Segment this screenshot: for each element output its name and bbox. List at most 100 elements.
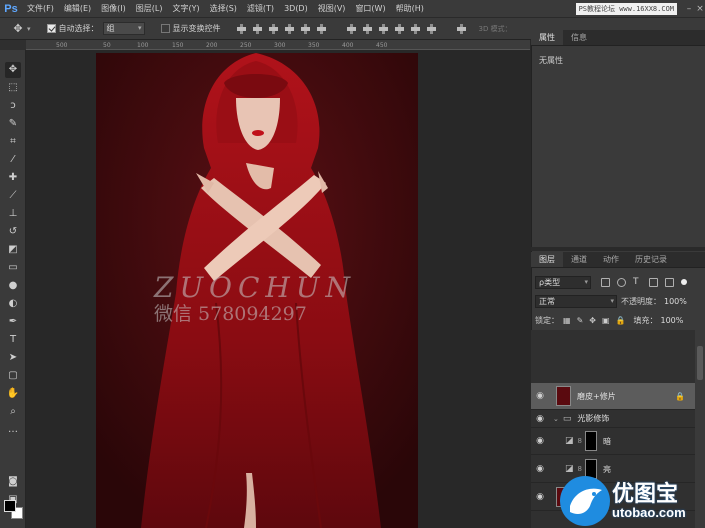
- menu-3d[interactable]: 3D(D): [279, 0, 313, 18]
- distribute-vcenter-icon[interactable]: [361, 23, 374, 35]
- layer-name: 暗: [602, 436, 611, 446]
- brush-tool-icon[interactable]: ⟋: [5, 188, 21, 204]
- tab-info[interactable]: 信息: [563, 30, 595, 45]
- tab-channels[interactable]: 通道: [563, 252, 595, 267]
- photo-watermark-wechat: 微信 578094297: [154, 303, 307, 325]
- align-buttons: [235, 23, 331, 35]
- app-logo[interactable]: Ps: [0, 0, 22, 18]
- document-image[interactable]: ZUOCHUN 微信 578094297: [96, 53, 418, 528]
- distribute-bottom-icon[interactable]: [377, 23, 390, 35]
- align-right-icon[interactable]: [315, 23, 328, 35]
- chevron-down-icon[interactable]: ▾: [27, 25, 31, 33]
- healing-brush-tool-icon[interactable]: ✚: [5, 170, 21, 186]
- pen-tool-icon[interactable]: ✒: [5, 314, 21, 330]
- more-tools-icon[interactable]: …: [5, 422, 21, 438]
- eye-icon[interactable]: ◉: [535, 492, 545, 502]
- type-tool-icon[interactable]: T: [5, 332, 21, 348]
- eye-icon[interactable]: ◉: [535, 391, 545, 401]
- align-vcenter-icon[interactable]: [251, 23, 264, 35]
- layer-name: 磨皮+修片: [577, 391, 616, 401]
- align-left-icon[interactable]: [283, 23, 296, 35]
- tab-layers[interactable]: 图层: [531, 252, 563, 267]
- eye-icon[interactable]: ◉: [535, 436, 545, 446]
- layer-row[interactable]: ◉ ◪ 8 暗: [531, 428, 695, 455]
- distribute-right-icon[interactable]: [425, 23, 438, 35]
- distribute-hcenter-icon[interactable]: [409, 23, 422, 35]
- lock-transparent-icon[interactable]: ▦: [563, 316, 571, 325]
- menu-view[interactable]: 视图(V): [313, 0, 351, 18]
- panel-separator: [531, 247, 705, 251]
- hand-tool-icon[interactable]: ✋: [5, 386, 21, 402]
- ruler-tick: 400: [342, 42, 354, 49]
- show-transform-checkbox[interactable]: [160, 24, 170, 33]
- canvas-area[interactable]: ZUOCHUN 微信 578094297: [26, 50, 530, 528]
- menu-image[interactable]: 图像(I): [96, 0, 131, 18]
- lock-all-icon[interactable]: 🔒: [616, 316, 626, 325]
- align-hcenter-icon[interactable]: [299, 23, 312, 35]
- mode-3d-label: 3D 模式：: [478, 24, 512, 33]
- filter-smart-object-icon[interactable]: [665, 277, 674, 287]
- menu-help[interactable]: 帮助(H): [391, 0, 429, 18]
- dodge-tool-icon[interactable]: ◐: [5, 296, 21, 312]
- move-tool-icon[interactable]: ✥: [10, 21, 26, 37]
- properties-tabs: 属性 信息: [531, 30, 705, 46]
- eye-icon[interactable]: ◉: [535, 464, 545, 474]
- clone-stamp-tool-icon[interactable]: ⊥: [5, 206, 21, 222]
- crop-tool-icon[interactable]: ⌗: [5, 134, 21, 150]
- ruler-tick: 500: [56, 42, 68, 49]
- auto-align-icon[interactable]: [455, 23, 468, 35]
- close-icon[interactable]: ×: [695, 0, 705, 18]
- eraser-tool-icon[interactable]: ◩: [5, 242, 21, 258]
- blend-mode-dropdown[interactable]: 正常: [535, 294, 617, 308]
- foreground-color[interactable]: [4, 500, 16, 512]
- chevron-down-icon[interactable]: ⌄: [553, 415, 559, 423]
- marquee-tool-icon[interactable]: ⬚: [5, 80, 21, 96]
- adjustment-layer-icon: ◪: [565, 436, 574, 446]
- menu-select[interactable]: 选择(S): [205, 0, 242, 18]
- color-swatches[interactable]: [4, 500, 24, 520]
- menu-type[interactable]: 文字(Y): [167, 0, 204, 18]
- menu-edit[interactable]: 编辑(E): [59, 0, 96, 18]
- lasso-tool-icon[interactable]: ↄ: [5, 98, 21, 114]
- zoom-tool-icon[interactable]: ⌕: [5, 404, 21, 420]
- filter-shape-icon[interactable]: [649, 277, 658, 287]
- history-brush-tool-icon[interactable]: ↺: [5, 224, 21, 240]
- quick-mask-icon[interactable]: ◙: [5, 474, 21, 490]
- auto-select-checkbox[interactable]: [46, 24, 56, 33]
- distribute-left-icon[interactable]: [393, 23, 406, 35]
- layer-row[interactable]: ◉ 磨皮+修片 🔒: [531, 383, 695, 410]
- blur-tool-icon[interactable]: ●: [5, 278, 21, 294]
- menu-file[interactable]: 文件(F): [22, 0, 59, 18]
- opacity-value[interactable]: 100%: [664, 297, 687, 306]
- menu-layer[interactable]: 图层(L): [131, 0, 168, 18]
- lock-pixels-icon[interactable]: ✎: [577, 316, 584, 325]
- rectangle-tool-icon[interactable]: ▢: [5, 368, 21, 384]
- align-bottom-icon[interactable]: [267, 23, 280, 35]
- gradient-tool-icon[interactable]: ▭: [5, 260, 21, 276]
- menu-window[interactable]: 窗口(W): [350, 0, 390, 18]
- filter-pixel-icon[interactable]: [601, 277, 610, 287]
- tab-actions[interactable]: 动作: [595, 252, 627, 267]
- filter-adjustment-icon[interactable]: [617, 277, 626, 287]
- align-top-icon[interactable]: [235, 23, 248, 35]
- lock-position-icon[interactable]: ✥: [589, 316, 596, 325]
- move-tool-icon[interactable]: ✥: [5, 62, 21, 78]
- eye-icon[interactable]: ◉: [535, 414, 545, 424]
- scrollbar-thumb[interactable]: [697, 346, 703, 380]
- tab-properties[interactable]: 属性: [531, 30, 563, 45]
- filter-type-icon[interactable]: T: [633, 277, 642, 287]
- minimize-icon[interactable]: –: [684, 0, 694, 18]
- distribute-top-icon[interactable]: [345, 23, 358, 35]
- filter-toggle-icon[interactable]: [681, 279, 687, 285]
- show-transform-label: 显示变换控件: [172, 24, 221, 33]
- lock-artboard-icon[interactable]: ▣: [602, 316, 610, 325]
- layer-kind-filter[interactable]: ρ类型: [535, 275, 591, 289]
- menu-filter[interactable]: 滤镜(T): [242, 0, 279, 18]
- tab-history[interactable]: 历史记录: [627, 252, 675, 267]
- layer-row[interactable]: ◉ ⌄ ▭ 光影修饰: [531, 410, 695, 428]
- fill-value[interactable]: 100%: [661, 316, 684, 325]
- quick-select-tool-icon[interactable]: ✎: [5, 116, 21, 132]
- auto-select-dropdown[interactable]: 组: [102, 22, 145, 35]
- path-select-tool-icon[interactable]: ➤: [5, 350, 21, 366]
- eyedropper-tool-icon[interactable]: ⁄: [5, 152, 21, 168]
